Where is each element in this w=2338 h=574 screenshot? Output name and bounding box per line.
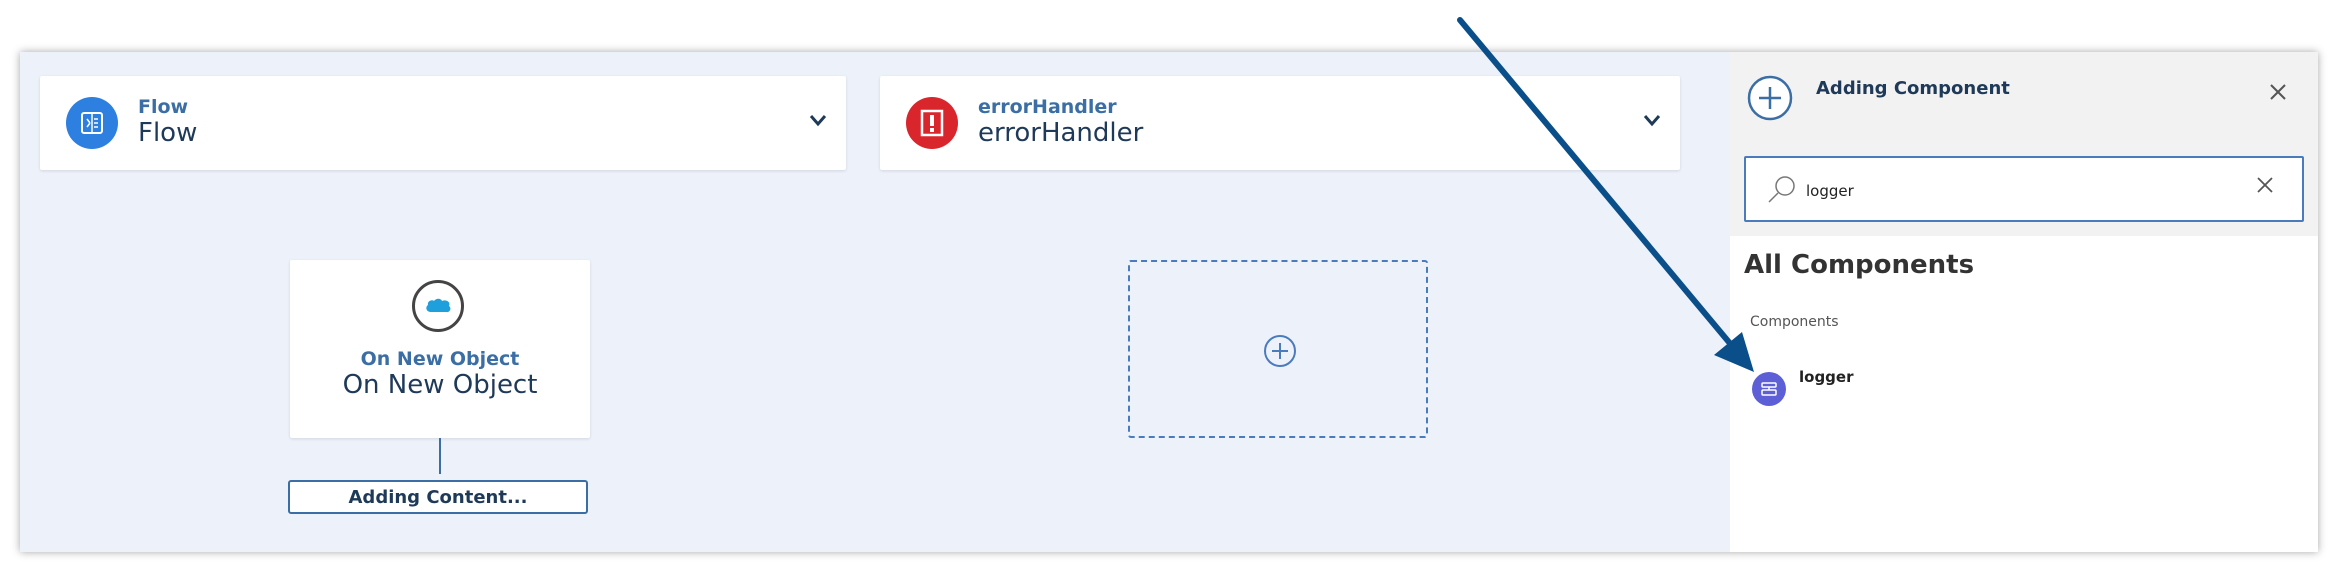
error-handler-header-card[interactable]: errorHandler errorHandler (880, 76, 1680, 170)
flow-canvas: Flow Flow errorHandler errorHandler On N… (20, 52, 2318, 552)
component-item-logger[interactable]: logger (1744, 362, 2304, 410)
flow-subtitle: Flow (138, 96, 189, 118)
error-handler-icon (906, 97, 958, 149)
chevron-down-icon[interactable] (808, 110, 828, 130)
error-handler-subtitle: errorHandler (978, 96, 1117, 118)
add-circle-icon (1747, 75, 1793, 121)
add-circle-icon[interactable] (1263, 334, 1297, 368)
all-components-heading: All Components (1744, 250, 1975, 280)
adding-component-panel: Adding Component All Components Componen… (1730, 52, 2318, 552)
component-item-label: logger (1799, 368, 1854, 386)
source-node-subtitle: On New Object (360, 348, 520, 370)
component-search-input[interactable] (1806, 178, 2206, 204)
error-handler-title: errorHandler (978, 118, 1144, 148)
clear-search-icon[interactable] (2254, 174, 2276, 196)
close-icon[interactable] (2268, 82, 2288, 102)
source-node-card[interactable]: On New Object On New Object (290, 260, 590, 438)
salesforce-icon (412, 280, 464, 332)
adding-content-indicator: Adding Content... (288, 480, 588, 514)
components-subheading: Components (1750, 314, 1839, 330)
logger-icon (1752, 372, 1786, 406)
add-step-placeholder[interactable] (1128, 260, 1428, 438)
component-search-box[interactable] (1744, 156, 2304, 222)
flow-header-card[interactable]: Flow Flow (40, 76, 846, 170)
search-icon (1768, 176, 1795, 203)
node-connector (439, 438, 441, 474)
panel-title: Adding Component (1816, 78, 2010, 99)
flow-title: Flow (138, 118, 198, 148)
source-node-title: On New Object (342, 370, 538, 400)
chevron-down-icon[interactable] (1642, 110, 1662, 130)
flow-icon (66, 97, 118, 149)
